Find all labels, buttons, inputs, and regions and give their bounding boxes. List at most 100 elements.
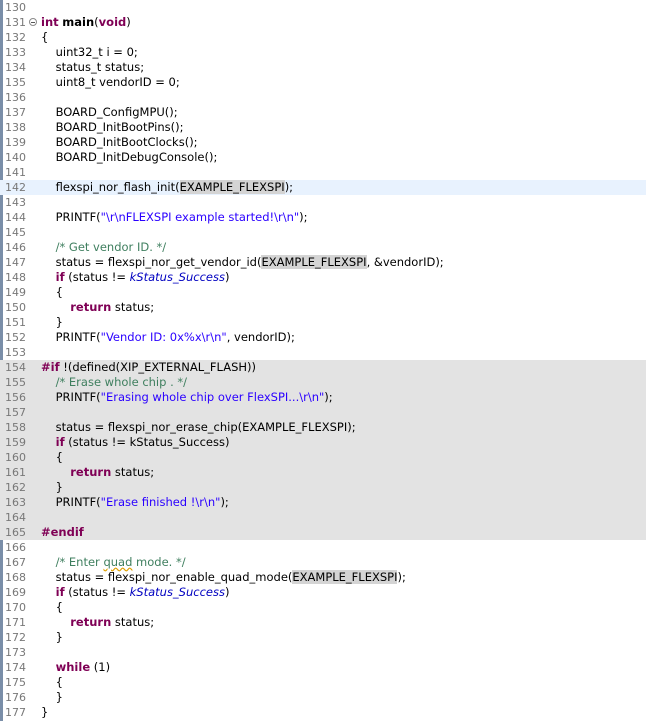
code-token: { bbox=[41, 600, 63, 614]
code-line[interactable]: 147 status = flexspi_nor_get_vendor_id(E… bbox=[0, 255, 646, 270]
code-line[interactable]: 157 bbox=[0, 405, 646, 420]
code-line[interactable]: 175 { bbox=[0, 675, 646, 690]
code-line[interactable]: 138 BOARD_InitBootPins(); bbox=[0, 120, 646, 135]
line-number: 147 bbox=[5, 256, 26, 269]
line-number: 142 bbox=[5, 181, 26, 194]
code-line[interactable]: 165 #endif bbox=[0, 525, 646, 540]
code-line[interactable]: 136 bbox=[0, 90, 646, 105]
code-text: PRINTF("\r\nFLEXSPI example started!\r\n… bbox=[41, 210, 308, 225]
code-token: #endif bbox=[41, 525, 84, 539]
code-line[interactable]: 177} bbox=[0, 705, 646, 720]
line-number: 173 bbox=[5, 646, 26, 659]
code-line[interactable]: 156 PRINTF("Erasing whole chip over Flex… bbox=[0, 390, 646, 405]
code-text: while (1) bbox=[41, 660, 110, 675]
code-editor[interactable]: 130 131 int main(void) 132 {133 uint32_t i =… bbox=[0, 0, 646, 721]
code-token: PRINTF( bbox=[41, 495, 101, 509]
code-line[interactable]: 140 BOARD_InitDebugConsole(); bbox=[0, 150, 646, 165]
line-number: 156 bbox=[5, 391, 26, 404]
code-token: flexspi_nor_flash_init( bbox=[41, 180, 180, 194]
code-line[interactable]: 155 /* Erase whole chip . */ bbox=[0, 375, 646, 390]
code-line[interactable]: 160 { bbox=[0, 450, 646, 465]
line-number: 141 bbox=[5, 166, 26, 179]
code-token: BOARD_InitBootClocks(); bbox=[41, 135, 198, 149]
code-line[interactable]: 145 bbox=[0, 225, 646, 240]
code-line[interactable]: 166 bbox=[0, 540, 646, 555]
code-text: if (status != kStatus_Success) bbox=[41, 270, 230, 285]
code-text: { bbox=[41, 675, 63, 690]
code-line[interactable]: 151 } bbox=[0, 315, 646, 330]
code-text: status_t status; bbox=[41, 60, 144, 75]
code-line[interactable]: 176 } bbox=[0, 690, 646, 705]
code-line[interactable]: 130 bbox=[0, 0, 646, 15]
fold-collapse-icon[interactable] bbox=[29, 18, 37, 26]
code-line[interactable]: 169 if (status != kStatus_Success) bbox=[0, 585, 646, 600]
code-line[interactable]: 168 status = flexspi_nor_enable_quad_mod… bbox=[0, 570, 646, 585]
code-line[interactable]: 139 BOARD_InitBootClocks(); bbox=[0, 135, 646, 150]
line-number: 159 bbox=[5, 436, 26, 449]
code-line[interactable]: 163 PRINTF("Erase finished !\r\n"); bbox=[0, 495, 646, 510]
code-line[interactable]: 144 PRINTF("\r\nFLEXSPI example started!… bbox=[0, 210, 646, 225]
code-line[interactable]: 173 bbox=[0, 645, 646, 660]
code-token: /* Get vendor ID. */ bbox=[55, 240, 167, 254]
code-token: } bbox=[41, 690, 63, 704]
code-text: } bbox=[41, 630, 63, 645]
code-text: uint8_t vendorID = 0; bbox=[41, 75, 180, 90]
code-token: if bbox=[55, 585, 65, 599]
code-token: while bbox=[55, 660, 91, 674]
code-line[interactable]: 170 { bbox=[0, 600, 646, 615]
code-token: } bbox=[41, 315, 63, 329]
code-line[interactable]: 131 int main(void) bbox=[0, 15, 646, 30]
line-number: 160 bbox=[5, 451, 26, 464]
line-number: 140 bbox=[5, 151, 26, 164]
code-token: status = flexspi_nor_erase_chip(EXAMPLE_… bbox=[41, 420, 356, 434]
line-number: 158 bbox=[5, 421, 26, 434]
line-number: 169 bbox=[5, 586, 26, 599]
code-line[interactable]: 148 if (status != kStatus_Success) bbox=[0, 270, 646, 285]
line-number: 176 bbox=[5, 691, 26, 704]
line-number: 155 bbox=[5, 376, 26, 389]
code-token: int bbox=[41, 15, 59, 29]
code-token: ); bbox=[284, 180, 294, 194]
code-line[interactable]: 158 status = flexspi_nor_erase_chip(EXAM… bbox=[0, 420, 646, 435]
code-token: BOARD_ConfigMPU(); bbox=[41, 105, 178, 119]
code-text: { bbox=[41, 450, 63, 465]
code-line[interactable]: 137 BOARD_ConfigMPU(); bbox=[0, 105, 646, 120]
code-token: !(defined(XIP_EXTERNAL_FLASH)) bbox=[59, 360, 256, 374]
code-line[interactable]: 134 status_t status; bbox=[0, 60, 646, 75]
code-text: if (status != kStatus_Success) bbox=[41, 435, 230, 450]
code-line[interactable]: 171 return status; bbox=[0, 615, 646, 630]
code-line[interactable]: 146 /* Get vendor ID. */ bbox=[0, 240, 646, 255]
code-line[interactable]: 143 bbox=[0, 195, 646, 210]
code-line[interactable]: 142 flexspi_nor_flash_init(EXAMPLE_FLEXS… bbox=[0, 180, 646, 195]
code-line[interactable]: 149 { bbox=[0, 285, 646, 300]
code-text: } bbox=[41, 315, 63, 330]
code-text: flexspi_nor_flash_init(EXAMPLE_FLEXSPI); bbox=[41, 180, 293, 195]
code-line[interactable]: 167 /* Enter quad mode. */ bbox=[0, 555, 646, 570]
code-token: "\r\nFLEXSPI example started!\r\n" bbox=[100, 210, 300, 224]
code-line[interactable]: 164 bbox=[0, 510, 646, 525]
code-line[interactable]: 154 #if !(defined(XIP_EXTERNAL_FLASH)) bbox=[0, 360, 646, 375]
code-line[interactable]: 174 while (1) bbox=[0, 660, 646, 675]
code-line[interactable]: 153 bbox=[0, 345, 646, 360]
line-number: 138 bbox=[5, 121, 26, 134]
line-number: 132 bbox=[5, 31, 26, 44]
code-line[interactable]: 162 } bbox=[0, 480, 646, 495]
code-line[interactable]: 150 return status; bbox=[0, 300, 646, 315]
code-line[interactable]: 132 { bbox=[0, 30, 646, 45]
line-number: 148 bbox=[5, 271, 26, 284]
code-token: BOARD_InitDebugConsole(); bbox=[41, 150, 218, 164]
code-line[interactable]: 141 bbox=[0, 165, 646, 180]
code-line[interactable]: 161 return status; bbox=[0, 465, 646, 480]
code-line[interactable]: 135 uint8_t vendorID = 0; bbox=[0, 75, 646, 90]
code-token: } bbox=[41, 630, 63, 644]
code-line[interactable]: 159 if (status != kStatus_Success) bbox=[0, 435, 646, 450]
code-token: #if bbox=[41, 360, 60, 374]
code-line[interactable]: 172 } bbox=[0, 630, 646, 645]
code-line[interactable]: 133 uint32_t i = 0; bbox=[0, 45, 646, 60]
line-number: 172 bbox=[5, 631, 26, 644]
code-line[interactable]: 152 PRINTF("Vendor ID: 0x%x\r\n", vendor… bbox=[0, 330, 646, 345]
